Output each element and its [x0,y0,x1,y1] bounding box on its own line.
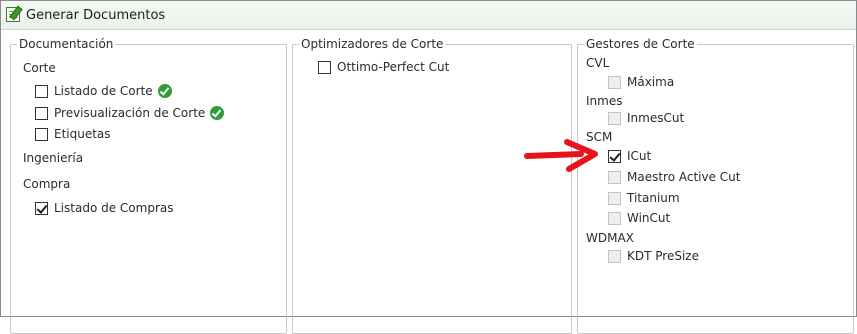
maxima-checkbox[interactable] [608,75,621,89]
titanium-checkbox[interactable] [608,191,621,205]
etiquetas-label: Etiquetas [54,127,111,141]
previsualizacion-de-corte-checkbox[interactable] [35,106,48,120]
gestores-legend: Gestores de Corte [584,37,697,51]
option-icut[interactable]: ICut [608,148,651,164]
icut-label: ICut [627,149,652,163]
titanium-label: Titanium [627,191,680,205]
option-previsualizacion-de-corte[interactable]: Previsualización de Corte [35,105,225,121]
window-title: Generar Documentos [26,8,166,23]
category-ingenieria: Ingeniería [23,151,84,165]
maestro-active-cut-label: Maestro Active Cut [627,170,741,184]
generar-documentos-window: Generar Documentos Documentación Corte L… [0,0,857,334]
inmescut-checkbox[interactable] [608,111,621,125]
option-wincut[interactable]: WinCut [608,210,670,226]
listado-de-compras-checkbox[interactable] [35,201,48,215]
option-etiquetas[interactable]: Etiquetas [35,126,111,142]
gestores-group: Gestores de Corte CVL Máxima Inmes Inmes… [577,37,854,334]
listado-de-corte-checkbox[interactable] [35,84,48,98]
option-maestro-active-cut[interactable]: Maestro Active Cut [608,169,741,185]
category-inmes: Inmes [586,94,623,108]
category-compra: Compra [23,177,71,191]
wincut-label: WinCut [627,211,671,225]
maestro-active-cut-checkbox[interactable] [608,170,621,184]
option-listado-de-corte[interactable]: Listado de Corte [35,83,172,99]
option-listado-de-compras[interactable]: Listado de Compras [35,200,173,216]
ottimo-perfect-cut-checkbox[interactable] [318,60,331,74]
previsualizacion-de-corte-label: Previsualización de Corte [54,106,206,120]
icut-checkbox[interactable] [608,149,621,163]
optimizadores-group: Optimizadores de Corte Ottimo-Perfect Cu… [292,37,572,334]
listado-de-compras-label: Listado de Compras [54,201,174,215]
check-circle-icon [157,84,172,98]
category-corte: Corte [23,61,56,75]
optimizadores-legend: Optimizadores de Corte [299,37,446,51]
kdt-presize-checkbox[interactable] [608,249,621,263]
etiquetas-checkbox[interactable] [35,127,48,141]
ottimo-perfect-cut-label: Ottimo-Perfect Cut [337,60,450,74]
option-titanium[interactable]: Titanium [608,190,680,206]
documentacion-legend: Documentación [17,37,116,51]
category-cvl: CVL [586,56,610,70]
maxima-label: Máxima [627,75,675,89]
title-bar: Generar Documentos [1,1,856,30]
documentacion-group: Documentación Corte Listado de Corte Pre… [10,37,287,334]
listado-de-corte-label: Listado de Corte [54,84,153,98]
option-kdt-presize[interactable]: KDT PreSize [608,248,699,264]
check-circle-icon [210,106,225,120]
option-maxima[interactable]: Máxima [608,74,674,90]
wincut-checkbox[interactable] [608,211,621,225]
red-arrow-icon [524,139,598,172]
option-ottimo-perfect-cut[interactable]: Ottimo-Perfect Cut [318,59,449,75]
kdt-presize-label: KDT PreSize [627,249,699,263]
inmescut-label: InmesCut [627,111,685,125]
category-wdmax: WDMAX [586,231,634,245]
document-edit-icon [6,7,20,22]
option-inmescut[interactable]: InmesCut [608,110,684,126]
